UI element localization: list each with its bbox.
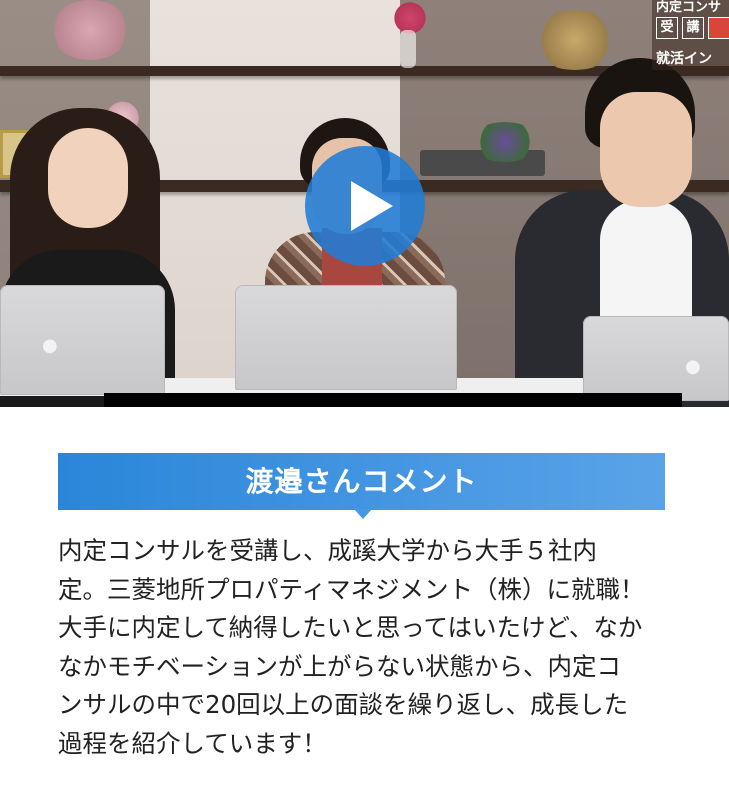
video-thumbnail[interactable]: ● ● 内定コンサ 受 講 就活イン [0,0,729,407]
apple-logo-icon: ● [42,335,58,356]
laptop: ● [583,316,729,401]
overlay-subtitle-line: 就活イン [656,51,712,67]
flower-decoration [50,0,130,60]
overlay-char [708,17,729,39]
laptop [235,285,457,390]
person-left-face [48,128,128,228]
apple-logo-icon: ● [685,356,701,377]
flower-decoration [530,10,620,70]
video-title-overlay: 内定コンサ 受 講 就活イン [652,0,729,70]
heading-pointer [354,509,372,519]
overlay-title-line: 内定コンサ [656,0,722,15]
page: ● ● 内定コンサ 受 講 就活イン 渡邉さんコメント 内定コンサルを受講し、成… [0,0,729,804]
person-right-face [600,92,692,207]
overlay-char: 受 [656,17,678,39]
play-button[interactable] [305,146,425,266]
comment-body: 内定コンサルを受講し、成蹊大学から大手５社内 定。三菱地所プロパティマネジメント… [58,536,645,758]
overlay-char: 講 [682,17,704,39]
comment-heading: 渡邉さんコメント [58,453,665,510]
flower-decoration [470,122,540,162]
laptop: ● [0,285,165,395]
play-icon [351,181,393,231]
vase [400,30,416,68]
letterbox-bar [104,393,682,407]
overlay-char-boxes: 受 講 [656,17,729,39]
